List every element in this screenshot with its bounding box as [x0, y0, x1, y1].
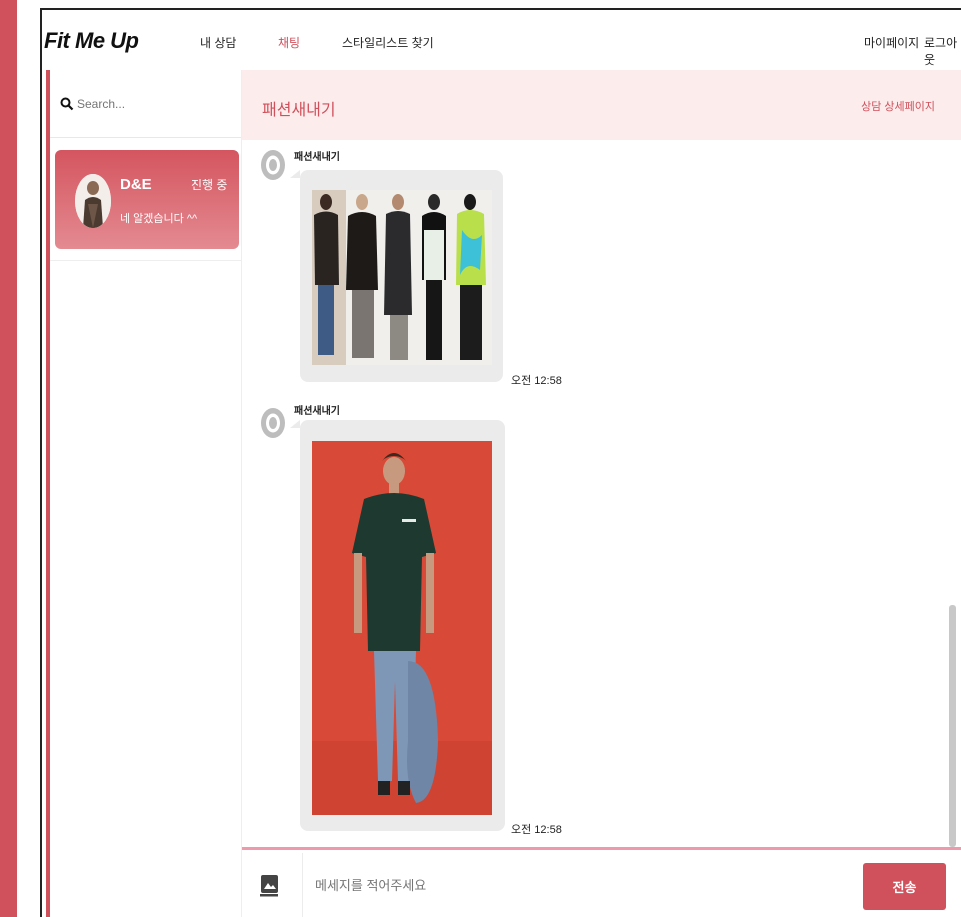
- avatar: [75, 174, 111, 228]
- chat-list-item[interactable]: D&E 진행 중 네 알겠습니다 ^^: [55, 150, 239, 249]
- outfit-photo-image[interactable]: [312, 441, 492, 815]
- search-icon: [60, 97, 74, 110]
- outfit-collage-image[interactable]: [312, 190, 492, 365]
- top-nav: Fit Me Up 내 상담 채팅 스타일리스트 찾기 마이페이지 로그아웃: [42, 10, 961, 70]
- bubble-tail: [290, 420, 300, 428]
- bubble-tail: [290, 170, 300, 178]
- send-button[interactable]: 전송: [863, 863, 946, 910]
- user-avatar-icon: [261, 150, 285, 180]
- chat-header: 패션새내기 상담 상세페이지: [242, 70, 961, 140]
- message-time: 오전 12:58: [511, 824, 562, 836]
- nav-chat[interactable]: 채팅: [278, 34, 300, 51]
- search-bar: [50, 70, 241, 138]
- divider: [302, 853, 303, 917]
- message-sender: 패션새내기: [294, 406, 340, 417]
- chat-partner-name: D&E: [120, 176, 152, 193]
- last-message: 네 알겠습니다 ^^: [120, 213, 198, 225]
- chat-list-panel: D&E 진행 중 네 알겠습니다 ^^: [46, 70, 242, 917]
- message-bubble: [300, 170, 503, 382]
- nav-mypage[interactable]: 마이페이지: [864, 34, 919, 51]
- message-bubble: [300, 420, 505, 831]
- logo[interactable]: Fit Me Up: [44, 28, 139, 54]
- message-composer: 전송: [242, 847, 961, 917]
- user-avatar-icon: [261, 408, 285, 438]
- nav-find-stylist[interactable]: 스타일리스트 찾기: [342, 34, 434, 51]
- divider: [50, 260, 242, 261]
- image-gallery-icon[interactable]: [260, 875, 280, 897]
- message-area: 패션새내기 오전 12:58 패션새내기 오전 12:58: [242, 140, 961, 847]
- left-accent-band: [0, 0, 17, 917]
- message-time: 오전 12:58: [511, 375, 562, 387]
- status-badge: 진행 중: [191, 178, 228, 192]
- scrollbar[interactable]: [949, 605, 956, 847]
- message-input[interactable]: [315, 874, 835, 896]
- consult-detail-link[interactable]: 상담 상세페이지: [861, 98, 935, 114]
- nav-logout[interactable]: 로그아웃: [924, 34, 961, 68]
- nav-my-consult[interactable]: 내 상담: [200, 34, 236, 51]
- app-window: Fit Me Up 내 상담 채팅 스타일리스트 찾기 마이페이지 로그아웃 S…: [40, 8, 961, 917]
- message-sender: 패션새내기: [294, 152, 340, 163]
- chat-title: 패션새내기: [262, 102, 336, 119]
- search-input[interactable]: [77, 96, 217, 111]
